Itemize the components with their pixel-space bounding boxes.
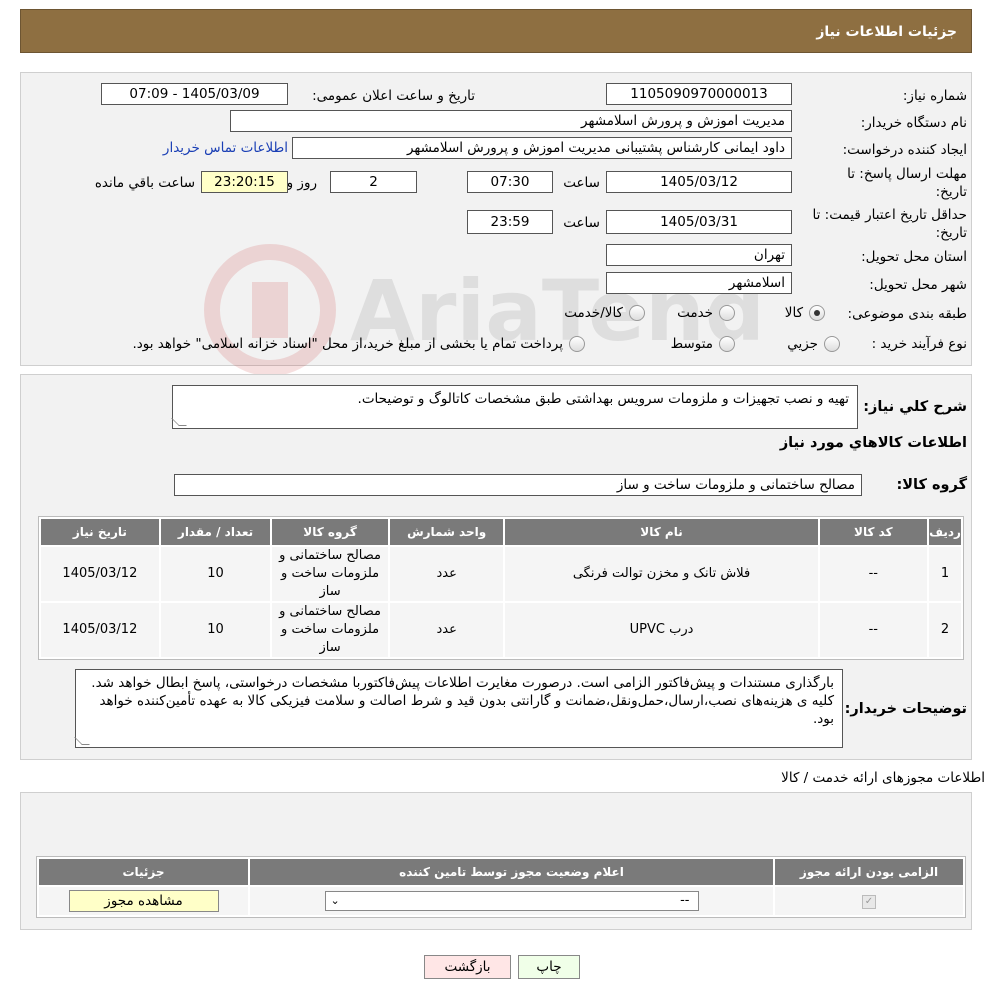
cell-name: درب UPVC <box>503 601 820 659</box>
description-textarea[interactable]: تهیه و نصب تجهیزات و ملزومات سرویس بهداش… <box>171 385 858 429</box>
goods-group-field: مصالح ساختمانی و ملزومات ساخت و ساز <box>174 474 862 496</box>
back-button[interactable]: بازگشت <box>424 955 511 979</box>
cell-group: مصالح ساختمانی و ملزومات ساخت و ساز <box>270 601 390 659</box>
treasury-checkbox[interactable]: پرداخت تمام یا بخشی از مبلغ خرید،از محل … <box>132 335 585 353</box>
days-label: روز و <box>286 175 317 191</box>
validity-time-field: 23:59 <box>467 210 553 234</box>
remaining-time-field: 23:20:15 <box>201 171 288 193</box>
province-field: تهران <box>606 244 792 266</box>
cell-index: 2 <box>927 601 963 659</box>
goods-table: ردیف کد کالا نام کالا واحد شمارش گروه کا… <box>39 517 963 659</box>
checkbox-icon: ✓ <box>862 895 876 909</box>
buyer-contact-link[interactable]: اطلاعات تماس خریدار <box>163 140 288 156</box>
need-number-label: شماره نیاز: <box>902 88 967 104</box>
table-row: ✓ -- ⌄ مشاهده مجوز <box>37 885 965 917</box>
announce-label: تاریخ و ساعت اعلان عمومی: <box>312 88 475 104</box>
cell-unit: عدد <box>387 601 506 659</box>
resize-handle-icon[interactable] <box>74 737 90 745</box>
page-header: جزئیات اطلاعات نیاز <box>20 9 972 53</box>
cell-status: -- ⌄ <box>248 885 775 917</box>
goods-table-wrap: ردیف کد کالا نام کالا واحد شمارش گروه کا… <box>38 516 964 660</box>
remaining-label: ساعت باقي مانده <box>94 175 195 191</box>
announce-field: 1405/03/09 - 07:09 <box>101 83 288 105</box>
category-radio-service[interactable]: خدمت <box>677 304 735 322</box>
radio-icon <box>629 305 645 321</box>
buyer-org-field: مدیریت اموزش و پرورش اسلامشهر <box>230 110 792 132</box>
col-header: گروه کالا <box>270 517 390 547</box>
col-header: جزئیات <box>37 857 250 887</box>
col-header: تعداد / مقدار <box>158 517 273 547</box>
creator-field: داود ایمانی کارشناس پشتیبانی مدیریت اموز… <box>292 137 792 159</box>
deadline-label: مهلت ارسال پاسخ: تا تاریخ: <box>847 166 967 200</box>
process-radio-medium[interactable]: متوسط <box>671 335 735 353</box>
cell-date: 1405/03/12 <box>39 601 161 659</box>
licenses-table: الزامی بودن ارائه مجوز اعلام وضعیت مجوز … <box>37 857 965 917</box>
col-header: نام کالا <box>503 517 820 547</box>
deadline-date-field: 1405/03/12 <box>606 171 792 193</box>
checkbox-icon <box>569 336 585 352</box>
validity-time-label: ساعت <box>563 215 600 231</box>
licenses-table-wrap: الزامی بودن ارائه مجوز اعلام وضعیت مجوز … <box>36 856 966 918</box>
category-radio-goods[interactable]: کالا <box>785 304 825 322</box>
col-header: کد کالا <box>817 517 930 547</box>
validity-date-field: 1405/03/31 <box>606 210 792 234</box>
resize-handle-icon[interactable] <box>171 418 187 426</box>
page-title: جزئیات اطلاعات نیاز <box>816 24 957 40</box>
deadline-time-field: 07:30 <box>467 171 553 193</box>
cell-group: مصالح ساختمانی و ملزومات ساخت و ساز <box>270 545 390 603</box>
cell-code: -- <box>817 545 930 603</box>
buyer-notes-label: توضیحات خریدار: <box>844 701 967 717</box>
table-row: 1 -- فلاش تانک و مخزن توالت فرنگی عدد مص… <box>39 545 963 603</box>
chevron-down-icon: ⌄ <box>330 894 340 907</box>
province-label: استان محل تحویل: <box>861 249 967 265</box>
days-field: 2 <box>330 171 417 193</box>
licenses-section-title: اطلاعات مجوزهای ارائه خدمت / کالا <box>781 770 985 786</box>
col-header: تاریخ نیاز <box>39 517 161 547</box>
col-header: اعلام وضعیت مجوز توسط تامین کننده <box>248 857 775 887</box>
col-header: واحد شمارش <box>387 517 506 547</box>
category-label: طبقه بندی موضوعی: <box>847 306 967 322</box>
cell-name: فلاش تانک و مخزن توالت فرنگی <box>503 545 820 603</box>
table-row: 2 -- درب UPVC عدد مصالح ساختمانی و ملزوم… <box>39 601 963 659</box>
cell-qty: 10 <box>158 601 273 659</box>
buyer-notes-textarea[interactable]: بارگذاری مستندات و پیش‌فاکتور الزامی است… <box>74 669 843 748</box>
cell-date: 1405/03/12 <box>39 545 161 603</box>
radio-icon <box>719 336 735 352</box>
view-license-button[interactable]: مشاهده مجوز <box>68 890 219 912</box>
col-header: ردیف <box>927 517 963 547</box>
need-number-field: 1105090970000013 <box>606 83 792 105</box>
goods-section-title: اطلاعات کالاهاي مورد نیاز <box>779 435 967 451</box>
status-select[interactable]: -- ⌄ <box>324 891 699 911</box>
category-radio-goods-service[interactable]: کالا/خدمت <box>564 304 645 322</box>
cell-details: مشاهده مجوز <box>37 885 250 917</box>
cell-required: ✓ <box>773 885 965 917</box>
col-header: الزامی بودن ارائه مجوز <box>773 857 965 887</box>
process-radio-minor[interactable]: جزیي <box>787 335 840 353</box>
print-button[interactable]: چاپ <box>518 955 580 979</box>
cell-qty: 10 <box>158 545 273 603</box>
radio-icon <box>719 305 735 321</box>
radio-icon <box>809 305 825 321</box>
process-label: نوع فرآیند خرید : <box>871 336 967 352</box>
city-field: اسلامشهر <box>606 272 792 294</box>
radio-icon <box>824 336 840 352</box>
cell-unit: عدد <box>387 545 506 603</box>
cell-index: 1 <box>927 545 963 603</box>
city-label: شهر محل تحویل: <box>869 277 967 293</box>
goods-group-label: گروه کالا: <box>896 477 967 493</box>
validity-label: حداقل تاریخ اعتبار قیمت: تا تاریخ: <box>812 207 967 241</box>
description-label: شرح کلي نیاز: <box>863 399 967 415</box>
buyer-org-label: نام دستگاه خریدار: <box>860 115 967 131</box>
creator-label: ایجاد کننده درخواست: <box>842 142 967 158</box>
deadline-time-label: ساعت <box>563 175 600 191</box>
cell-code: -- <box>817 601 930 659</box>
